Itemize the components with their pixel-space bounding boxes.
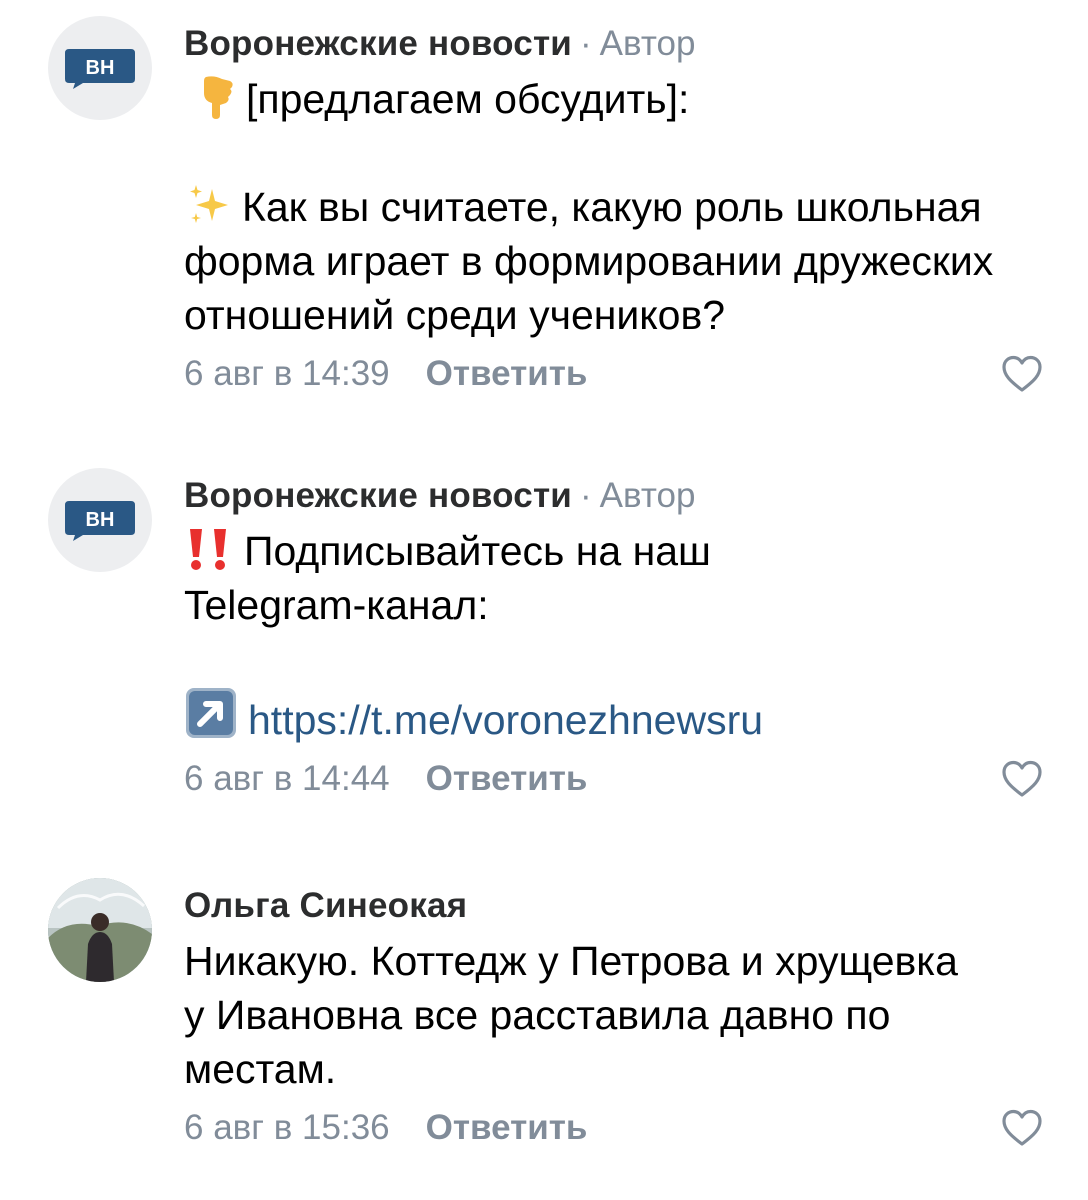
text-line: у Ивановна все расставила давно по — [184, 992, 891, 1038]
comment-text: Никакую. Коттедж у Петрова и хрущевка у … — [184, 934, 1048, 1096]
text-line: отношений среди учеников? — [184, 292, 726, 338]
vn-logo-icon: ВН — [65, 501, 135, 541]
heart-icon[interactable] — [1000, 354, 1044, 394]
up-right-arrow-emoji-icon — [186, 688, 236, 738]
vn-logo-icon: ВН — [65, 49, 135, 89]
svg-text:ВН: ВН — [86, 57, 115, 79]
text-line: Как вы считаете, какую роль школьная — [184, 180, 1048, 234]
reply-button[interactable]: Ответить — [426, 1108, 588, 1148]
text-line: https://t.me/voronezhnewsru — [184, 686, 1048, 747]
svg-text:ВН: ВН — [86, 509, 115, 531]
text-line: Telegram-канал: — [184, 582, 489, 628]
comment-text: Подписывайтесь на наш Telegram-канал: ht… — [184, 524, 1048, 747]
text-line: форма играет в формировании дружеских — [184, 238, 994, 284]
avatar[interactable]: ВН — [48, 468, 152, 572]
sparkles-emoji-icon — [190, 185, 228, 223]
comment-footer: 6 авг в 15:36 Ответить — [184, 1096, 1048, 1160]
heart-icon[interactable] — [1000, 759, 1044, 799]
header-separator: · — [580, 24, 592, 63]
comment-header: Воронежские новости · Автор — [184, 468, 1048, 524]
author-name[interactable]: Ольга Синеокая — [184, 886, 467, 926]
comment-time[interactable]: 6 авг в 14:39 — [184, 354, 390, 394]
text-line: Подписывайтесь на наш — [184, 524, 1048, 578]
text-line: Никакую. Коттедж у Петрова и хрущевка — [184, 938, 958, 984]
comment-time[interactable]: 6 авг в 14:44 — [184, 759, 390, 799]
comment-time[interactable]: 6 авг в 15:36 — [184, 1108, 390, 1148]
author-badge: Автор — [599, 24, 696, 63]
text-line: [предлагаем обсудить]: — [184, 72, 1048, 126]
avatar-photo[interactable] — [48, 878, 152, 982]
text-line: местам. — [184, 1046, 337, 1092]
comment-footer: 6 авг в 14:44 Ответить — [184, 747, 1048, 811]
reply-button[interactable]: Ответить — [426, 759, 588, 799]
comment-footer: 6 авг в 14:39 Ответить — [184, 342, 1048, 406]
avatar[interactable]: ВН — [48, 16, 152, 120]
comment-header: Воронежские новости · Автор — [184, 16, 1048, 72]
comment-body: Воронежские новости · Автор [предлагаем … — [184, 16, 1048, 406]
comment-text: [предлагаем обсудить]: Как вы считаете, … — [184, 72, 1048, 342]
comment-header: Ольга Синеокая — [184, 878, 1048, 934]
telegram-link[interactable]: https://t.me/voronezhnewsru — [248, 697, 763, 743]
double-exclamation-emoji-icon — [190, 529, 226, 570]
comment-body: Ольга Синеокая Никакую. Коттедж у Петров… — [184, 878, 1048, 1160]
comment-body: Воронежские новости · Автор Подписывайте… — [184, 468, 1048, 811]
user-photo-icon — [48, 878, 152, 982]
point-down-emoji-icon — [204, 76, 233, 119]
header-separator: · — [580, 476, 592, 515]
author-name[interactable]: Воронежские новости — [184, 476, 572, 516]
heart-icon[interactable] — [1000, 1108, 1044, 1148]
author-badge: Автор — [599, 476, 696, 515]
author-name[interactable]: Воронежские новости — [184, 24, 572, 64]
reply-button[interactable]: Ответить — [426, 354, 588, 394]
